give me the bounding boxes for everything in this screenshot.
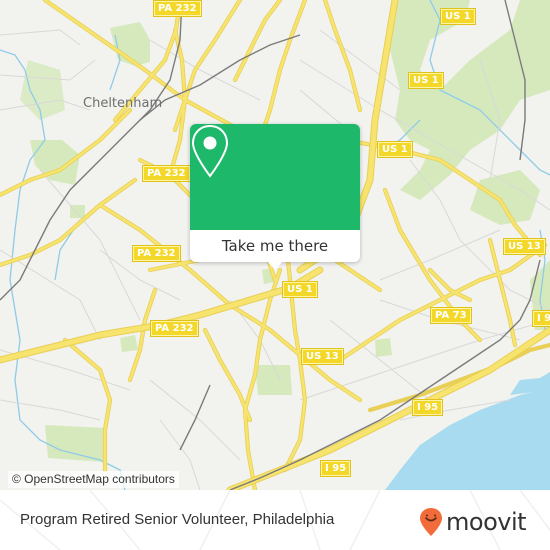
place-label-cheltenham: Cheltenham xyxy=(83,96,163,111)
route-shield: US 13 xyxy=(503,238,546,255)
route-shield: PA 232 xyxy=(142,165,191,182)
route-shield: US 1 xyxy=(440,8,476,25)
route-shield: PA 232 xyxy=(153,0,202,17)
route-shield: PA 73 xyxy=(430,307,472,324)
location-popup: Take me there xyxy=(190,124,360,270)
route-shield: I 95 xyxy=(320,460,352,477)
map-view[interactable]: Cheltenham PA 232 US 1 US 1 US 1 PA 232 … xyxy=(0,0,550,490)
route-shield: I 95 xyxy=(412,399,444,416)
moovit-pin-icon xyxy=(420,508,442,536)
route-shield: US 1 xyxy=(377,141,413,158)
route-shield: US 1 xyxy=(282,281,318,298)
moovit-wordmark: moovit xyxy=(446,508,527,536)
take-me-there-button[interactable]: Take me there xyxy=(190,230,360,262)
map-pin-icon xyxy=(191,124,229,178)
map-attribution[interactable]: © OpenStreetMap contributors xyxy=(8,471,179,488)
popup-header xyxy=(190,124,360,230)
moovit-logo[interactable]: moovit xyxy=(419,507,527,537)
place-title: Program Retired Senior Volunteer, Philad… xyxy=(20,511,335,528)
route-shield: PA 232 xyxy=(150,320,199,337)
route-shield: I 9 xyxy=(532,310,550,327)
route-shield: PA 232 xyxy=(132,245,181,262)
route-shield: US 13 xyxy=(301,348,344,365)
route-shield: US 1 xyxy=(408,72,444,89)
popup-pointer xyxy=(266,260,284,270)
